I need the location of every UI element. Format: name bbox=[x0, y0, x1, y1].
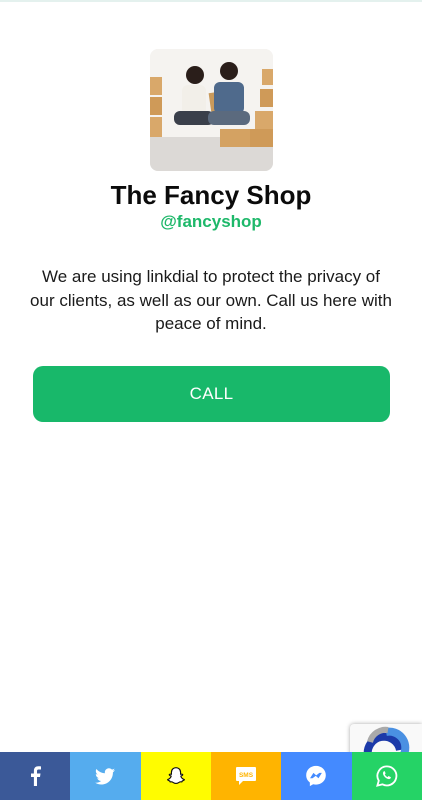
messenger-icon bbox=[306, 765, 327, 787]
twitter-icon bbox=[95, 767, 116, 784]
shop-photo-image bbox=[150, 49, 273, 171]
call-button[interactable]: CALL bbox=[33, 366, 390, 422]
whatsapp-icon bbox=[375, 765, 398, 787]
share-sms-button[interactable]: SMS bbox=[210, 752, 282, 800]
facebook-icon bbox=[31, 766, 42, 786]
description-text: We are using linkdial to protect the pri… bbox=[30, 267, 392, 333]
sms-icon: SMS bbox=[236, 767, 257, 785]
sms-icon-label: SMS bbox=[239, 772, 254, 779]
snapchat-icon bbox=[166, 767, 185, 785]
share-whatsapp-button[interactable] bbox=[351, 752, 422, 800]
share-messenger-button[interactable] bbox=[281, 752, 352, 800]
share-bar: SMS bbox=[0, 752, 422, 800]
top-divider bbox=[0, 0, 422, 2]
share-facebook-button[interactable] bbox=[0, 752, 71, 800]
shop-handle: @fancyshop bbox=[160, 212, 262, 231]
profile-photo bbox=[150, 49, 273, 171]
shop-name: The Fancy Shop bbox=[110, 180, 312, 210]
share-twitter-button[interactable] bbox=[70, 752, 141, 800]
share-snapchat-button[interactable] bbox=[140, 752, 211, 800]
